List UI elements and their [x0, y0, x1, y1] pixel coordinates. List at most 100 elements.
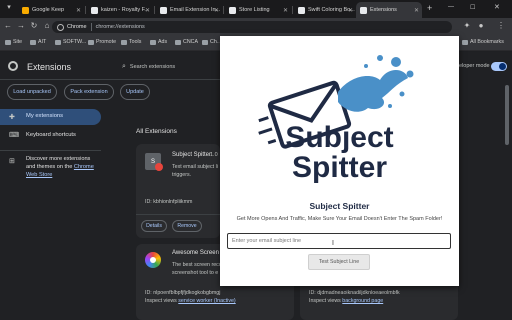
- section-title: All Extensions: [136, 128, 177, 135]
- inspect-views: Inspect views service worker (Inactive): [145, 298, 236, 304]
- extension-description: triggers.: [172, 172, 192, 178]
- page-icon: [91, 6, 98, 14]
- sidebar-divider: [0, 150, 101, 151]
- developer-mode-toggle[interactable]: [491, 62, 507, 71]
- close-icon[interactable]: ✕: [76, 7, 81, 14]
- service-worker-link[interactable]: service worker (Inactive): [178, 298, 235, 304]
- extension-name: Subject Spitter: [172, 152, 212, 158]
- home-icon[interactable]: ⌂: [42, 21, 52, 30]
- folder-icon: [175, 39, 181, 45]
- new-tab-button[interactable]: +: [427, 3, 432, 13]
- tab-swift-coloring[interactable]: Swift Coloring Bo... ✕: [294, 2, 356, 18]
- folder-icon: [88, 39, 94, 45]
- load-unpacked-button[interactable]: Load unpacked: [7, 84, 57, 100]
- update-button[interactable]: Update: [120, 84, 150, 100]
- folder-icon: [150, 39, 156, 45]
- bookmark-item[interactable]: CNCA: [175, 39, 198, 45]
- folder-icon: [121, 39, 127, 45]
- page-icon: [160, 6, 167, 14]
- bookmark-item[interactable]: Ads: [150, 39, 167, 45]
- extension-version: 1.0: [210, 152, 218, 158]
- keep-icon: [22, 6, 29, 14]
- extensions-icon[interactable]: ✦: [462, 21, 472, 30]
- error-badge-icon: [155, 163, 163, 171]
- tab-search-icon[interactable]: ▾: [4, 3, 14, 11]
- pack-extension-button[interactable]: Pack extension: [64, 84, 114, 100]
- bookmark-item[interactable]: Promote: [88, 39, 116, 45]
- discover-text: Discover more extensions and themes on t…: [26, 156, 94, 178]
- tab-kaizen[interactable]: kaizen - Royalty F... ✕: [87, 2, 153, 18]
- extension-id: ID: djdmadneaoiknadiljdknloeaeolmbfk: [309, 290, 400, 296]
- close-icon[interactable]: ✕: [283, 7, 288, 14]
- forward-icon[interactable]: →: [16, 21, 26, 30]
- tab-extensions[interactable]: Extensions ✕: [356, 2, 422, 18]
- minimize-icon[interactable]: —: [448, 4, 454, 10]
- search-placeholder: Search extensions: [129, 64, 176, 70]
- subject-line-input[interactable]: [227, 233, 451, 249]
- close-icon[interactable]: ✕: [348, 7, 353, 14]
- search-icon: ⌕: [122, 63, 126, 70]
- puzzle-icon: ✚: [9, 114, 15, 121]
- folder-icon: [5, 39, 11, 45]
- sidebar-item-keyboard-shortcuts[interactable]: ⌨ Keyboard shortcuts: [0, 129, 101, 143]
- logo-line-2: Spitter: [291, 151, 387, 184]
- tab-title: Google Keep: [32, 7, 65, 13]
- header-divider: [0, 79, 220, 80]
- extension-description: The best screen recc: [172, 262, 222, 268]
- inspect-views: Inspect views background page: [309, 298, 384, 304]
- folder-icon: [202, 39, 208, 45]
- card-divider: [136, 214, 220, 215]
- tab-title: Store Listing: [239, 7, 270, 13]
- close-icon[interactable]: ✕: [214, 7, 219, 14]
- omnibox-chip: Chrome: [67, 24, 87, 30]
- developer-mode-label: eloper mode: [459, 63, 490, 69]
- folder-icon: [55, 39, 61, 45]
- reload-icon[interactable]: ↻: [29, 21, 39, 30]
- tab-google-keep[interactable]: Google Keep ✕: [18, 2, 84, 18]
- bookmark-item[interactable]: AIT: [30, 39, 46, 45]
- search-box[interactable]: ⌕ Search extensions: [122, 61, 220, 73]
- window-close-icon[interactable]: ✕: [494, 3, 500, 11]
- chrome-icon: [57, 23, 64, 31]
- remove-button[interactable]: Remove: [172, 220, 202, 232]
- popup-title: Subject Spitter: [309, 201, 370, 211]
- popup-subtitle: Get More Opens And Traffic, Make Sure Yo…: [236, 216, 443, 222]
- background-page-link[interactable]: background page: [342, 298, 383, 304]
- sidebar-item-label: My extensions: [26, 113, 64, 119]
- maximize-icon[interactable]: ☐: [470, 4, 475, 11]
- tab-email-extension[interactable]: Email Extension In... ✕: [156, 2, 222, 18]
- folder-icon: [462, 39, 468, 45]
- close-icon[interactable]: ✕: [145, 7, 150, 14]
- extension-description: screenshot tool to e: [172, 270, 219, 276]
- icon-center: [150, 257, 156, 263]
- sidebar-item-label: Keyboard shortcuts: [26, 132, 76, 138]
- bookmark-item[interactable]: Ch...: [202, 39, 221, 45]
- extension-id: ID: kbhionlnfpliikmm: [145, 199, 193, 205]
- scrollbar-thumb[interactable]: [505, 85, 509, 145]
- tab-title: Extensions: [370, 7, 397, 13]
- tab-store-listing[interactable]: Store Listing ✕: [225, 2, 291, 18]
- all-bookmarks[interactable]: All Bookmarks: [462, 39, 504, 45]
- keyboard-icon: ⌨: [9, 132, 20, 139]
- test-subject-line-button[interactable]: Test Subject Line: [308, 254, 370, 270]
- bookmark-item[interactable]: Site: [5, 39, 22, 45]
- back-icon[interactable]: ←: [3, 21, 13, 30]
- details-button[interactable]: Details: [141, 220, 167, 232]
- bookmark-item[interactable]: SOFTW...: [55, 39, 86, 45]
- web-store-icon: ⊞: [9, 158, 15, 165]
- page-icon: [229, 6, 236, 14]
- sidebar-item-my-extensions[interactable]: ✚ My extensions: [0, 109, 101, 125]
- account-icon[interactable]: ●: [476, 21, 486, 30]
- folder-icon: [30, 39, 36, 45]
- puzzle-icon: [360, 6, 367, 14]
- omnibox[interactable]: Chrome chrome://extensions: [52, 21, 452, 33]
- page-icon: [298, 6, 305, 14]
- omnibox-url: chrome://extensions: [95, 24, 145, 30]
- close-icon[interactable]: ✕: [414, 7, 419, 14]
- tab-strip: ▾ Google Keep ✕ kaizen - Royalty F... ✕ …: [0, 0, 512, 18]
- extension-id: ID: nlpoenfblbpfjfjdkogkobgbmgj: [145, 290, 221, 296]
- logo-line-1: Subject: [285, 121, 394, 154]
- menu-icon[interactable]: ⋮: [496, 21, 506, 30]
- tab-title: kaizen - Royalty F...: [101, 7, 149, 13]
- bookmark-item[interactable]: Tools: [121, 39, 141, 45]
